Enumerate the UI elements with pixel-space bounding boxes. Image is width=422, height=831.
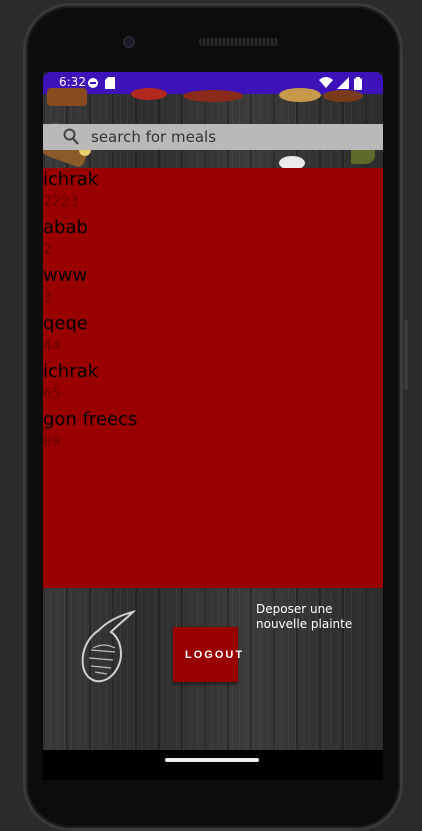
list-item[interactable]: ichrak 65 bbox=[43, 360, 383, 408]
spice-decoration bbox=[47, 88, 87, 106]
search-input[interactable]: search for meals bbox=[91, 128, 216, 146]
list-item[interactable]: ichrak 2223 bbox=[43, 168, 383, 216]
sim-icon bbox=[105, 77, 115, 93]
earpiece-speaker bbox=[199, 38, 279, 46]
tomato-decoration bbox=[131, 88, 167, 100]
list-item[interactable]: www 3 bbox=[43, 264, 383, 312]
list-item[interactable]: qeqe 44 bbox=[43, 312, 383, 360]
pepper-decoration bbox=[323, 90, 363, 102]
app-screen: 6:32 search for meals ichrak 2223 abab 2… bbox=[43, 72, 383, 750]
bowl-decoration bbox=[279, 88, 321, 102]
side-button bbox=[404, 320, 408, 390]
navigation-bar bbox=[43, 750, 383, 780]
meal-name: ichrak bbox=[43, 169, 99, 190]
meal-name: abab bbox=[43, 217, 88, 238]
meal-name: gon freecs bbox=[43, 409, 138, 430]
notification-icon bbox=[87, 77, 99, 93]
meal-price: 2223 bbox=[43, 194, 79, 210]
logout-button[interactable]: LOGOUT bbox=[173, 627, 242, 682]
meal-name: ichrak bbox=[43, 361, 99, 382]
deposer-plainte-link[interactable]: Deposer une nouvelle plainte bbox=[256, 602, 381, 632]
home-indicator[interactable] bbox=[165, 758, 259, 762]
front-camera bbox=[123, 36, 135, 48]
spice-decoration bbox=[183, 90, 243, 102]
list-item[interactable]: gon freecs 89 bbox=[43, 408, 383, 456]
search-bar[interactable]: search for meals bbox=[43, 124, 383, 150]
meal-name: qeqe bbox=[43, 313, 88, 334]
meal-price: 2 bbox=[43, 242, 52, 258]
list-item[interactable]: abab 2 bbox=[43, 216, 383, 264]
header-background: search for meals bbox=[43, 88, 383, 170]
meal-price: 3 bbox=[43, 290, 52, 306]
footer-bar: LOGOUT Deposer une nouvelle plainte bbox=[43, 588, 383, 750]
status-time: 6:32 bbox=[59, 75, 86, 89]
search-icon bbox=[63, 128, 79, 146]
chicken-wing-icon bbox=[81, 610, 137, 683]
meal-price: 65 bbox=[43, 386, 61, 402]
meal-price: 89 bbox=[43, 434, 61, 450]
meal-list[interactable]: ichrak 2223 abab 2 www 3 qeqe 44 ichrak … bbox=[43, 168, 383, 588]
meal-price: 44 bbox=[43, 338, 61, 354]
meal-name: www bbox=[43, 265, 88, 286]
